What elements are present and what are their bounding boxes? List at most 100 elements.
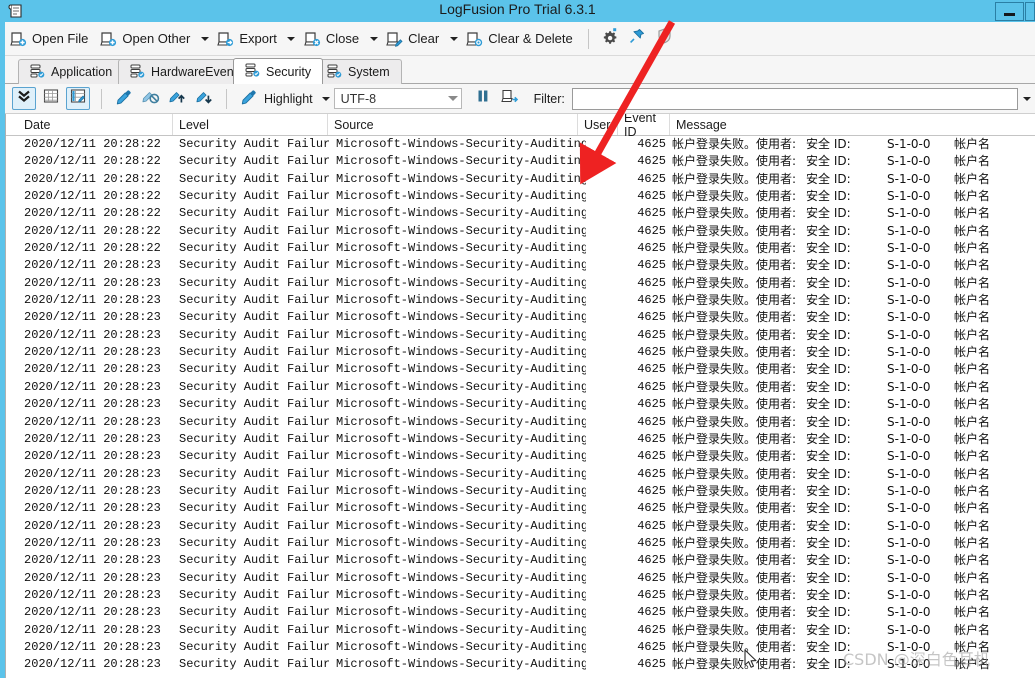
table-row[interactable]: 2020/12/11 20:28:23Security Audit Failur… [6,518,1035,535]
cell-source: Microsoft-Windows-Security-Auditing [336,500,586,517]
cell-event-id: 4625 [618,466,666,483]
tab-application[interactable]: Application [18,59,124,84]
highlight-prev-button[interactable] [164,87,191,110]
pause-button[interactable] [470,87,497,110]
cell-date: 2020/12/11 20:28:23 [24,309,174,326]
highlighter-button[interactable] [110,87,137,110]
grid-lines-toggle[interactable] [39,87,63,110]
table-row[interactable]: 2020/12/11 20:28:23Security Audit Failur… [6,344,1035,361]
open-other-dropdown-arrow[interactable] [197,26,212,52]
column-header-date[interactable]: Date [18,114,173,135]
highlighter-icon [114,87,133,110]
highlight-clear-button[interactable] [137,87,164,110]
cell-message: 帐户登录失败。使用者:安全 ID:S-1-0-0帐户名 [672,171,1035,188]
cell-date: 2020/12/11 20:28:23 [24,535,174,552]
cell-message: 帐户登录失败。使用者:安全 ID:S-1-0-0帐户名 [672,240,1035,257]
table-row[interactable]: 2020/12/11 20:28:23Security Audit Failur… [6,570,1035,587]
table-row[interactable]: 2020/12/11 20:28:23Security Audit Failur… [6,466,1035,483]
table-row[interactable]: 2020/12/11 20:28:23Security Audit Failur… [6,396,1035,413]
encoding-select[interactable]: UTF-8 [334,88,462,109]
column-header-level[interactable]: Level [173,114,328,135]
cell-date: 2020/12/11 20:28:23 [24,344,174,361]
tab-system[interactable]: System [315,59,402,84]
table-row[interactable]: 2020/12/11 20:28:22Security Audit Failur… [6,240,1035,257]
table-row[interactable]: 2020/12/11 20:28:23Security Audit Failur… [6,414,1035,431]
cell-user [584,379,614,396]
maximize-button[interactable] [1025,2,1035,21]
table-row[interactable]: 2020/12/11 20:28:22Security Audit Failur… [6,136,1035,153]
close-button[interactable]: Close [299,26,366,52]
cell-level: Security Audit Failure [179,257,329,274]
cell-date: 2020/12/11 20:28:23 [24,379,174,396]
minimize-button[interactable] [995,2,1024,21]
cell-source: Microsoft-Windows-Security-Auditing [336,414,586,431]
cell-source: Microsoft-Windows-Security-Auditing [336,379,586,396]
cell-level: Security Audit Failure [179,604,329,621]
highlight-next-button[interactable] [191,87,218,110]
export-dropdown-arrow[interactable] [284,26,299,52]
table-row[interactable]: 2020/12/11 20:28:23Security Audit Failur… [6,275,1035,292]
filter-dropdown-arrow[interactable] [1018,88,1035,110]
open-other-button[interactable]: Open Other [95,26,197,52]
shield-button[interactable] [651,27,678,50]
close-dropdown-arrow[interactable] [366,26,381,52]
table-row[interactable]: 2020/12/11 20:28:23Security Audit Failur… [6,656,1035,673]
table-row[interactable]: 2020/12/11 20:28:22Security Audit Failur… [6,223,1035,240]
cell-level: Security Audit Failure [179,136,329,153]
cell-level: Security Audit Failure [179,466,329,483]
table-row[interactable]: 2020/12/11 20:28:22Security Audit Failur… [6,205,1035,222]
table-row[interactable]: 2020/12/11 20:28:23Security Audit Failur… [6,379,1035,396]
table-row[interactable]: 2020/12/11 20:28:23Security Audit Failur… [6,483,1035,500]
chevron-down-icon [1023,97,1031,101]
table-row[interactable]: 2020/12/11 20:28:23Security Audit Failur… [6,309,1035,326]
table-row[interactable]: 2020/12/11 20:28:23Security Audit Failur… [6,257,1035,274]
clear-dropdown-arrow[interactable] [446,26,461,52]
table-row[interactable]: 2020/12/11 20:28:23Security Audit Failur… [6,500,1035,517]
tab-security[interactable]: Security [233,58,323,84]
column-header-user[interactable]: User [578,114,618,135]
table-row[interactable]: 2020/12/11 20:28:22Security Audit Failur… [6,171,1035,188]
encoding-dropdown-arrow[interactable] [448,89,458,108]
cell-event-id: 4625 [618,448,666,465]
table-row[interactable]: 2020/12/11 20:28:23Security Audit Failur… [6,292,1035,309]
table-row[interactable]: 2020/12/11 20:28:22Security Audit Failur… [6,188,1035,205]
cell-source: Microsoft-Windows-Security-Auditing [336,292,586,309]
table-row[interactable]: 2020/12/11 20:28:23Security Audit Failur… [6,552,1035,569]
highlight-dropdown-arrow[interactable] [319,86,334,112]
send-to-button[interactable] [497,87,524,110]
cell-user [584,466,614,483]
cell-message: 帐户登录失败。使用者:安全 ID:S-1-0-0帐户名 [672,552,1035,569]
cell-message: 帐户登录失败。使用者:安全 ID:S-1-0-0帐户名 [672,379,1035,396]
cell-message: 帐户登录失败。使用者:安全 ID:S-1-0-0帐户名 [672,448,1035,465]
column-header-source[interactable]: Source [328,114,578,135]
table-row[interactable]: 2020/12/11 20:28:23Security Audit Failur… [6,361,1035,378]
table-row[interactable]: 2020/12/11 20:28:23Security Audit Failur… [6,639,1035,656]
open-file-button[interactable]: Open File [5,26,95,52]
pause-icon [475,88,491,109]
column-header-message[interactable]: Message [670,114,1035,135]
table-row[interactable]: 2020/12/11 20:28:23Security Audit Failur… [6,327,1035,344]
export-button[interactable]: Export [212,26,284,52]
table-row[interactable]: 2020/12/11 20:28:23Security Audit Failur… [6,431,1035,448]
table-row[interactable]: 2020/12/11 20:28:22Security Audit Failur… [6,153,1035,170]
column-header-eventid[interactable]: Event ID [618,114,670,135]
table-row[interactable]: 2020/12/11 20:28:23Security Audit Failur… [6,622,1035,639]
clear-button[interactable]: Clear [381,26,446,52]
clear-and-delete-button[interactable]: Clear & Delete [461,26,580,52]
highlight-menu-button[interactable] [235,87,262,110]
cell-level: Security Audit Failure [179,414,329,431]
filter-input[interactable] [572,88,1018,110]
cell-level: Security Audit Failure [179,275,329,292]
settings-button[interactable] [597,27,624,50]
pin-button[interactable] [624,27,651,50]
table-row[interactable]: 2020/12/11 20:28:23Security Audit Failur… [6,587,1035,604]
table-row[interactable]: 2020/12/11 20:28:23Security Audit Failur… [6,604,1035,621]
cell-event-id: 4625 [618,327,666,344]
grid-edit-toggle[interactable] [66,87,90,110]
table-row[interactable]: 2020/12/11 20:28:23Security Audit Failur… [6,448,1035,465]
cell-user [584,431,614,448]
table-row[interactable]: 2020/12/11 20:28:23Security Audit Failur… [6,535,1035,552]
cell-source: Microsoft-Windows-Security-Auditing [336,431,586,448]
auto-scroll-toggle[interactable] [12,87,36,110]
cell-source: Microsoft-Windows-Security-Auditing [336,344,586,361]
